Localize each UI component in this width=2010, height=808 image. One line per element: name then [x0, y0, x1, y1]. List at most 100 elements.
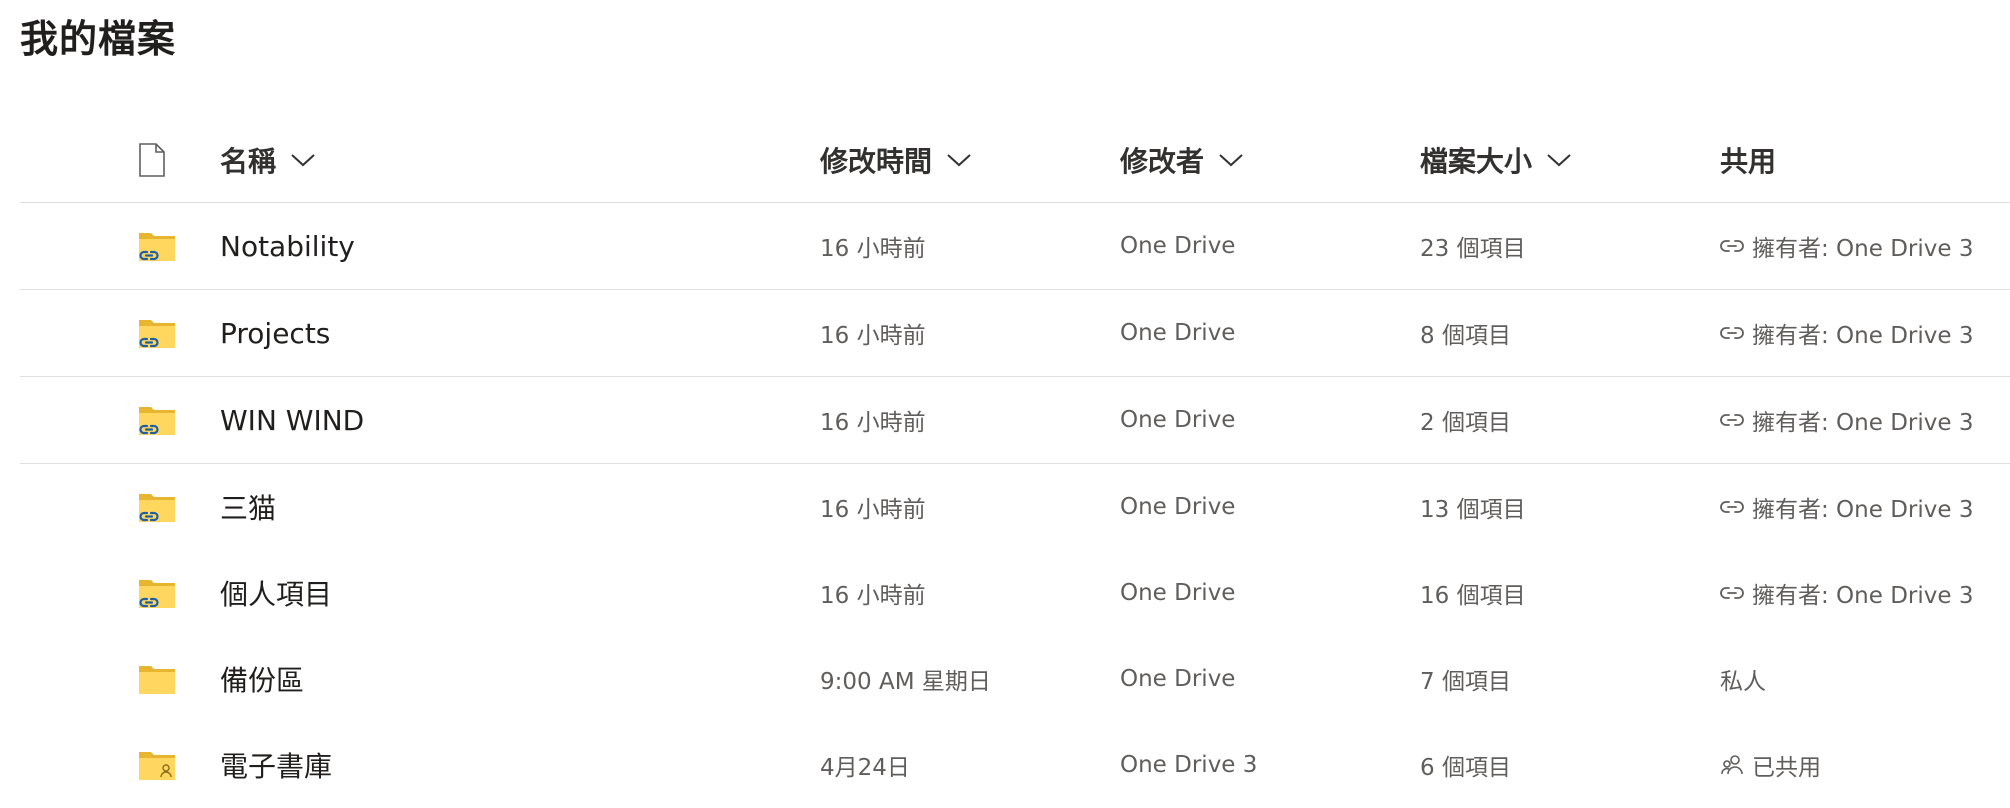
row-sharing-cell[interactable]: 私人 — [1720, 636, 1766, 722]
row-modified-by-cell: One Drive — [1120, 377, 1235, 463]
row-sharing-cell[interactable]: 擁有者: One Drive 3 — [1720, 203, 1973, 289]
row-sharing-cell[interactable]: 擁有者: One Drive 3 — [1720, 290, 1973, 376]
modified-time: 16 小時前 — [820, 236, 926, 262]
shared-people-folder-icon — [139, 752, 175, 780]
sharing-icon-wrap — [1720, 754, 1744, 776]
row-size-cell: 13 個項目 — [1420, 464, 1526, 550]
shared-link-folder-icon — [139, 580, 175, 608]
row-name-cell[interactable]: 三猫 — [220, 464, 276, 550]
column-header-size[interactable]: 檔案大小 — [1420, 118, 1572, 202]
row-size-cell: 8 個項目 — [1420, 290, 1511, 376]
sharing-status: 擁有者: One Drive 3 — [1752, 323, 1974, 349]
column-header-modified[interactable]: 修改時間 — [820, 118, 972, 202]
table-row[interactable]: 電子書庫 4月24日 One Drive 3 6 個項目 已共用 — [20, 722, 2010, 808]
table-row[interactable]: Projects 16 小時前 One Drive 8 個項目 擁有者: One Dri… — [20, 290, 2010, 377]
row-sharing-cell[interactable]: 擁有者: One Drive 3 — [1720, 377, 1973, 463]
link-icon — [1720, 327, 1744, 339]
sharing-status: 私人 — [1720, 669, 1766, 695]
file-name[interactable]: Projects — [220, 317, 330, 350]
column-header-modified-by-label: 修改者 — [1120, 145, 1205, 178]
modified-time: 4月24日 — [820, 755, 910, 781]
modified-by: One Drive — [1120, 580, 1236, 606]
row-modified-cell: 16 小時前 — [820, 550, 926, 636]
table-row[interactable]: 三猫 16 小時前 One Drive 13 個項目 擁有者: One Drive 3 — [20, 464, 2010, 550]
sharing-status: 擁有者: One Drive 3 — [1752, 236, 1974, 262]
chevron-down-icon — [291, 154, 315, 167]
modified-by: One Drive — [1120, 407, 1236, 433]
file-type-icon — [139, 143, 165, 177]
row-size-cell: 7 個項目 — [1420, 636, 1511, 722]
modified-by: One Drive — [1120, 494, 1236, 520]
row-modified-by-cell: One Drive — [1120, 550, 1235, 636]
row-sharing-cell[interactable]: 擁有者: One Drive 3 — [1720, 464, 1973, 550]
sharing-status: 擁有者: One Drive 3 — [1752, 410, 1974, 436]
item-count: 23 個項目 — [1420, 236, 1526, 262]
row-modified-cell: 16 小時前 — [820, 377, 926, 463]
row-modified-by-cell: One Drive — [1120, 636, 1235, 722]
row-icon-cell — [138, 377, 186, 463]
chevron-down-icon — [1547, 154, 1571, 167]
row-sharing-cell[interactable]: 已共用 — [1720, 722, 1821, 808]
list-header: 名稱 修改時間 修改者 檔案大小 共用 — [20, 118, 2010, 203]
row-icon-cell — [138, 464, 186, 550]
sharing-icon-wrap — [1720, 499, 1744, 515]
row-size-cell: 6 個項目 — [1420, 722, 1511, 808]
row-icon-cell — [138, 290, 186, 376]
chevron-down-icon — [947, 154, 971, 167]
item-count: 8 個項目 — [1420, 323, 1511, 349]
row-modified-cell: 4月24日 — [820, 722, 910, 808]
link-icon — [1720, 501, 1744, 513]
file-name[interactable]: 個人項目 — [220, 573, 332, 613]
modified-by: One Drive — [1120, 666, 1236, 692]
modified-by: One Drive — [1120, 233, 1236, 259]
sharing-icon-wrap — [1720, 325, 1744, 341]
table-row[interactable]: 個人項目 16 小時前 One Drive 16 個項目 擁有者: One Drive … — [20, 550, 2010, 636]
shared-link-folder-icon — [139, 233, 175, 261]
column-header-sharing-label: 共用 — [1720, 145, 1777, 178]
row-name-cell[interactable]: WIN WIND — [220, 377, 364, 463]
row-name-cell[interactable]: 備份區 — [220, 636, 304, 722]
table-row[interactable]: WIN WIND 16 小時前 One Drive 2 個項目 擁有者: One Dri… — [20, 377, 2010, 464]
modified-time: 16 小時前 — [820, 497, 926, 523]
column-header-modified-by[interactable]: 修改者 — [1120, 118, 1244, 202]
row-size-cell: 16 個項目 — [1420, 550, 1526, 636]
table-row[interactable]: Notability 16 小時前 One Drive 23 個項目 擁有者: One … — [20, 203, 2010, 290]
file-type-column-header[interactable] — [138, 118, 186, 202]
row-name-cell[interactable]: 個人項目 — [220, 550, 332, 636]
row-icon-cell — [138, 203, 186, 289]
sharing-status: 擁有者: One Drive 3 — [1752, 583, 1974, 609]
shared-link-folder-icon — [139, 320, 175, 348]
file-name[interactable]: WIN WIND — [220, 404, 364, 437]
file-name[interactable]: 電子書庫 — [220, 745, 332, 785]
row-sharing-cell[interactable]: 擁有者: One Drive 3 — [1720, 550, 1973, 636]
table-row[interactable]: 備份區 9:00 AM 星期日 One Drive 7 個項目 私人 — [20, 636, 2010, 722]
row-modified-by-cell: One Drive — [1120, 464, 1235, 550]
row-size-cell: 2 個項目 — [1420, 377, 1511, 463]
row-modified-by-cell: One Drive — [1120, 290, 1235, 376]
row-name-cell[interactable]: Notability — [220, 203, 355, 289]
row-name-cell[interactable]: 電子書庫 — [220, 722, 332, 808]
file-name[interactable]: 三猫 — [220, 487, 276, 527]
file-list: 名稱 修改時間 修改者 檔案大小 共用 Notability 16 小時前 One … — [20, 118, 2010, 808]
row-name-cell[interactable]: Projects — [220, 290, 330, 376]
sharing-status: 已共用 — [1752, 755, 1821, 781]
link-icon — [1720, 240, 1744, 252]
file-name[interactable]: Notability — [220, 230, 355, 263]
column-header-sharing[interactable]: 共用 — [1720, 118, 1776, 202]
shared-link-folder-icon — [139, 407, 175, 435]
file-name[interactable]: 備份區 — [220, 659, 304, 699]
row-modified-cell: 16 小時前 — [820, 464, 926, 550]
column-header-name[interactable]: 名稱 — [220, 118, 316, 202]
link-icon — [1720, 587, 1744, 599]
row-modified-by-cell: One Drive 3 — [1120, 722, 1257, 808]
sharing-icon-wrap — [1720, 585, 1744, 601]
modified-by: One Drive — [1120, 320, 1236, 346]
row-icon-cell — [138, 550, 186, 636]
sharing-status: 擁有者: One Drive 3 — [1752, 497, 1974, 523]
item-count: 6 個項目 — [1420, 755, 1511, 781]
folder-icon — [139, 666, 175, 694]
column-header-modified-label: 修改時間 — [820, 145, 933, 178]
column-header-size-label: 檔案大小 — [1420, 145, 1533, 178]
column-header-name-label: 名稱 — [220, 145, 277, 178]
sharing-icon-wrap — [1720, 238, 1744, 254]
